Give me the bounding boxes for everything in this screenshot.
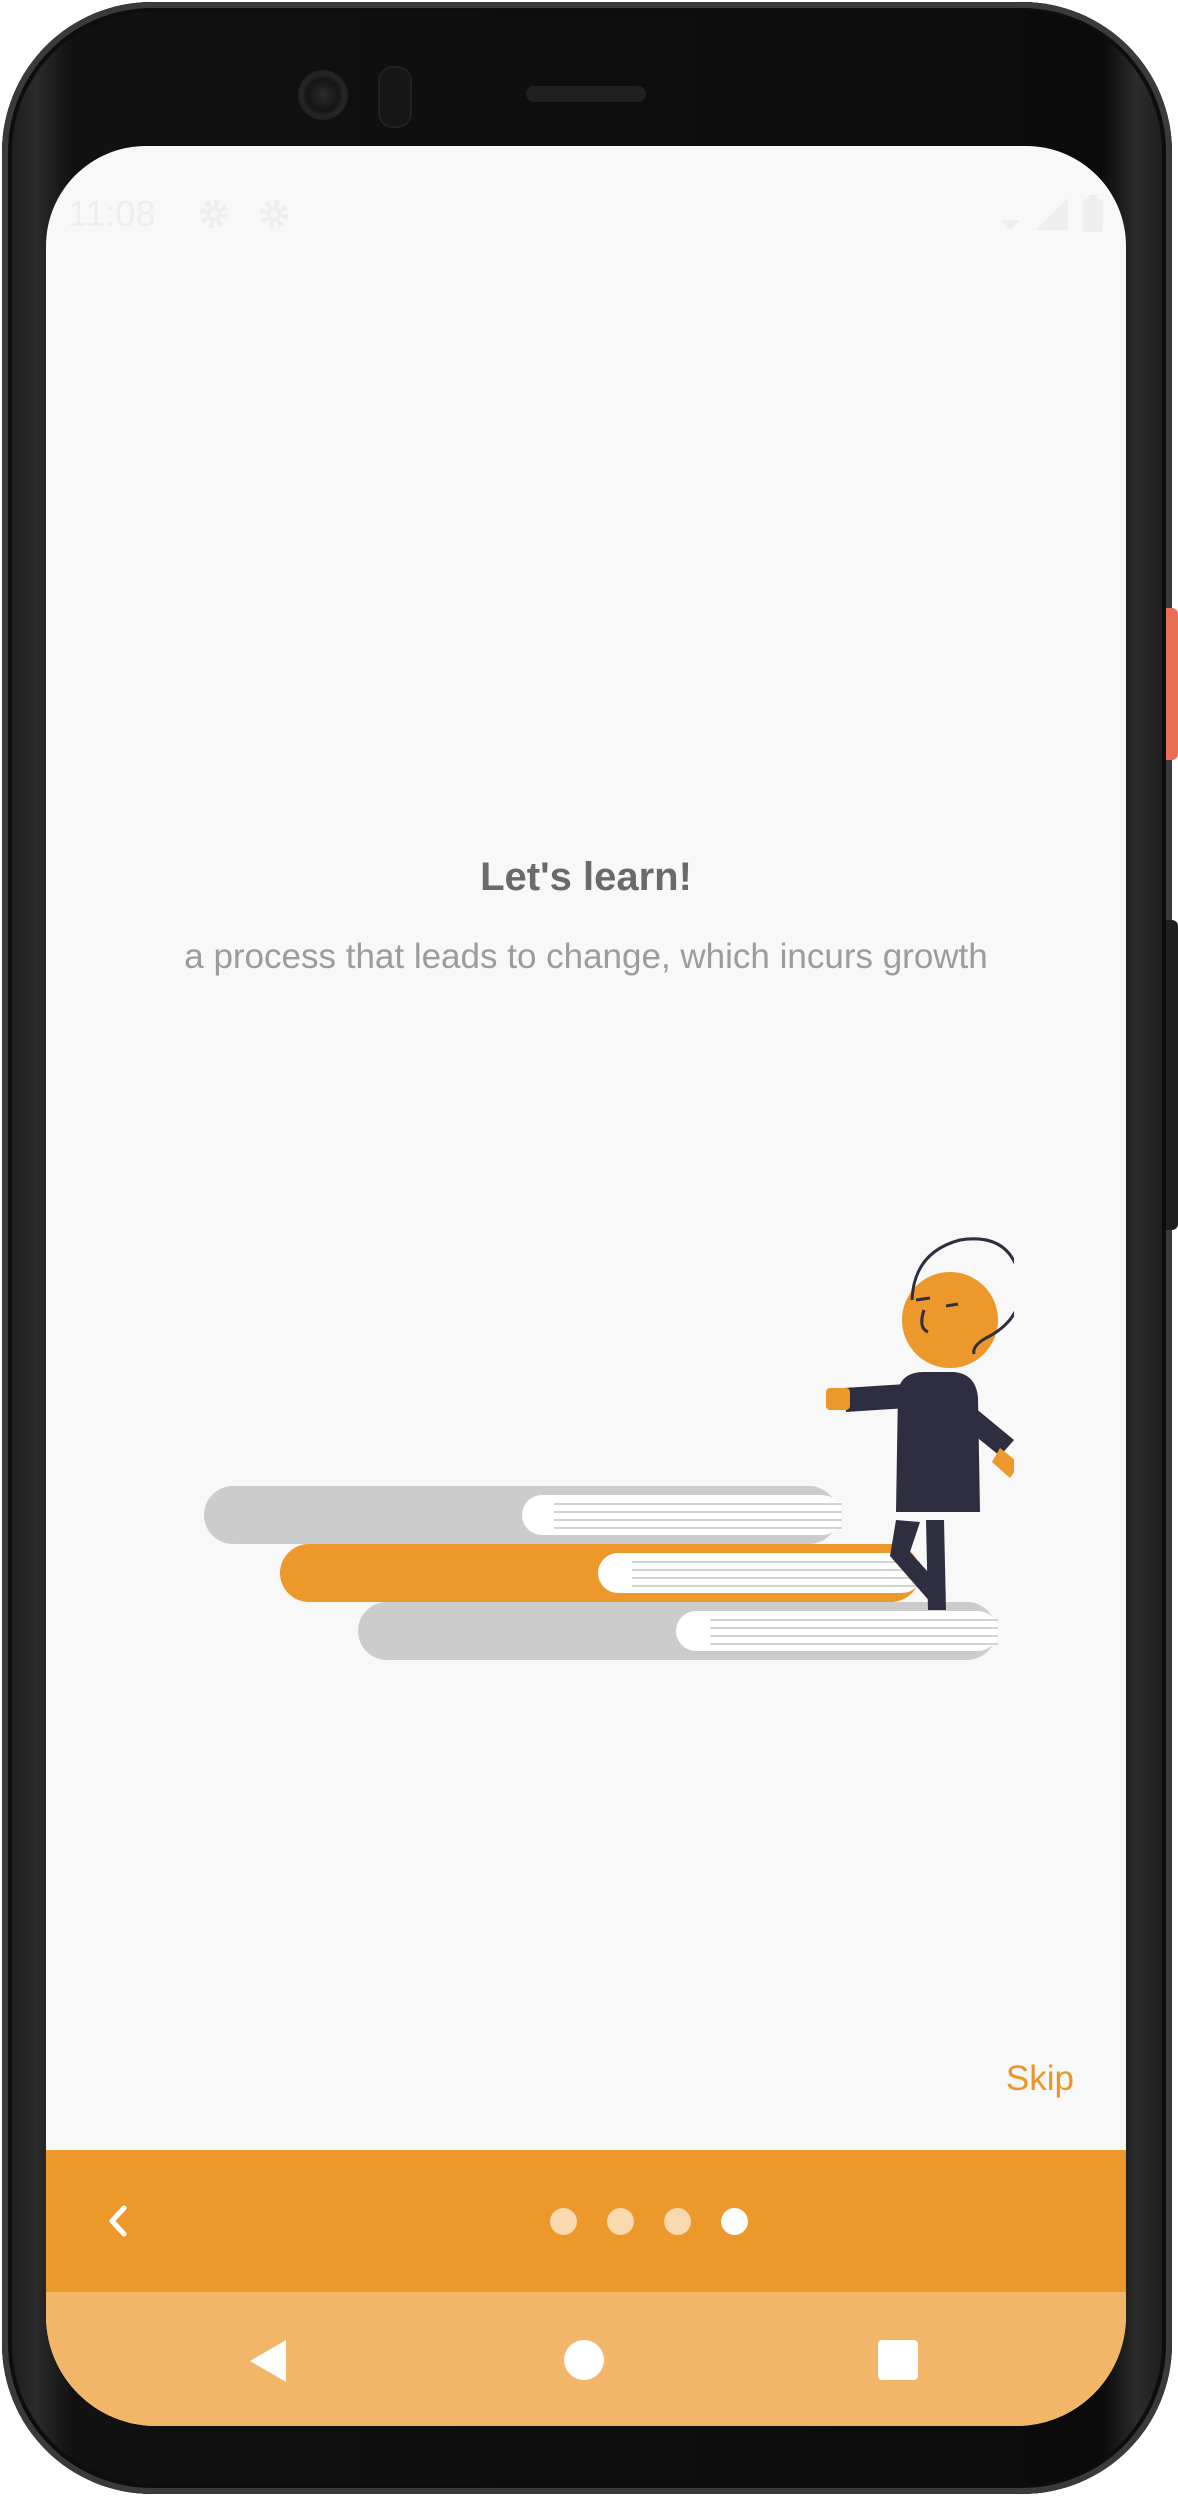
system-navigation-bar (46, 2292, 1126, 2426)
volume-button (1166, 920, 1178, 1230)
chevron-left-icon[interactable] (94, 2196, 144, 2246)
nav-back-icon[interactable] (248, 2338, 288, 2384)
page-dot-2[interactable] (607, 2208, 634, 2235)
status-icons (998, 194, 1104, 234)
skip-button[interactable]: Skip (1006, 2056, 1074, 2102)
power-button (1166, 608, 1178, 760)
signal-icon (1036, 198, 1068, 230)
earpiece-speaker (526, 86, 646, 102)
proximity-sensor (378, 66, 412, 128)
page-dot-4-active[interactable] (721, 2208, 748, 2235)
nav-recents-icon[interactable] (878, 2340, 918, 2380)
page-dot-3[interactable] (664, 2208, 691, 2235)
nav-home-icon[interactable] (564, 2340, 604, 2380)
book-top (204, 1486, 842, 1544)
app-screen: 11:08 Let's learn! a process that leads … (46, 146, 1126, 2426)
front-camera (298, 70, 348, 120)
page-indicator (550, 2208, 748, 2235)
gear-icon (199, 199, 229, 229)
gear-icon (259, 199, 289, 229)
book-middle (280, 1544, 922, 1602)
status-bar: 11:08 (46, 186, 1126, 242)
book-bottom (358, 1602, 998, 1660)
wifi-icon (1000, 220, 1020, 230)
pager-bar (46, 2150, 1126, 2292)
onboarding-title: Let's learn! (480, 855, 692, 899)
learning-illustration (204, 1237, 1014, 1660)
status-time: 11:08 (68, 193, 156, 234)
onboarding-subtitle: a process that leads to change, which in… (184, 937, 988, 976)
battery-icon (1083, 195, 1103, 232)
page-dot-1[interactable] (550, 2208, 577, 2235)
device-frame: 11:08 Let's learn! a process that leads … (0, 0, 1178, 2498)
